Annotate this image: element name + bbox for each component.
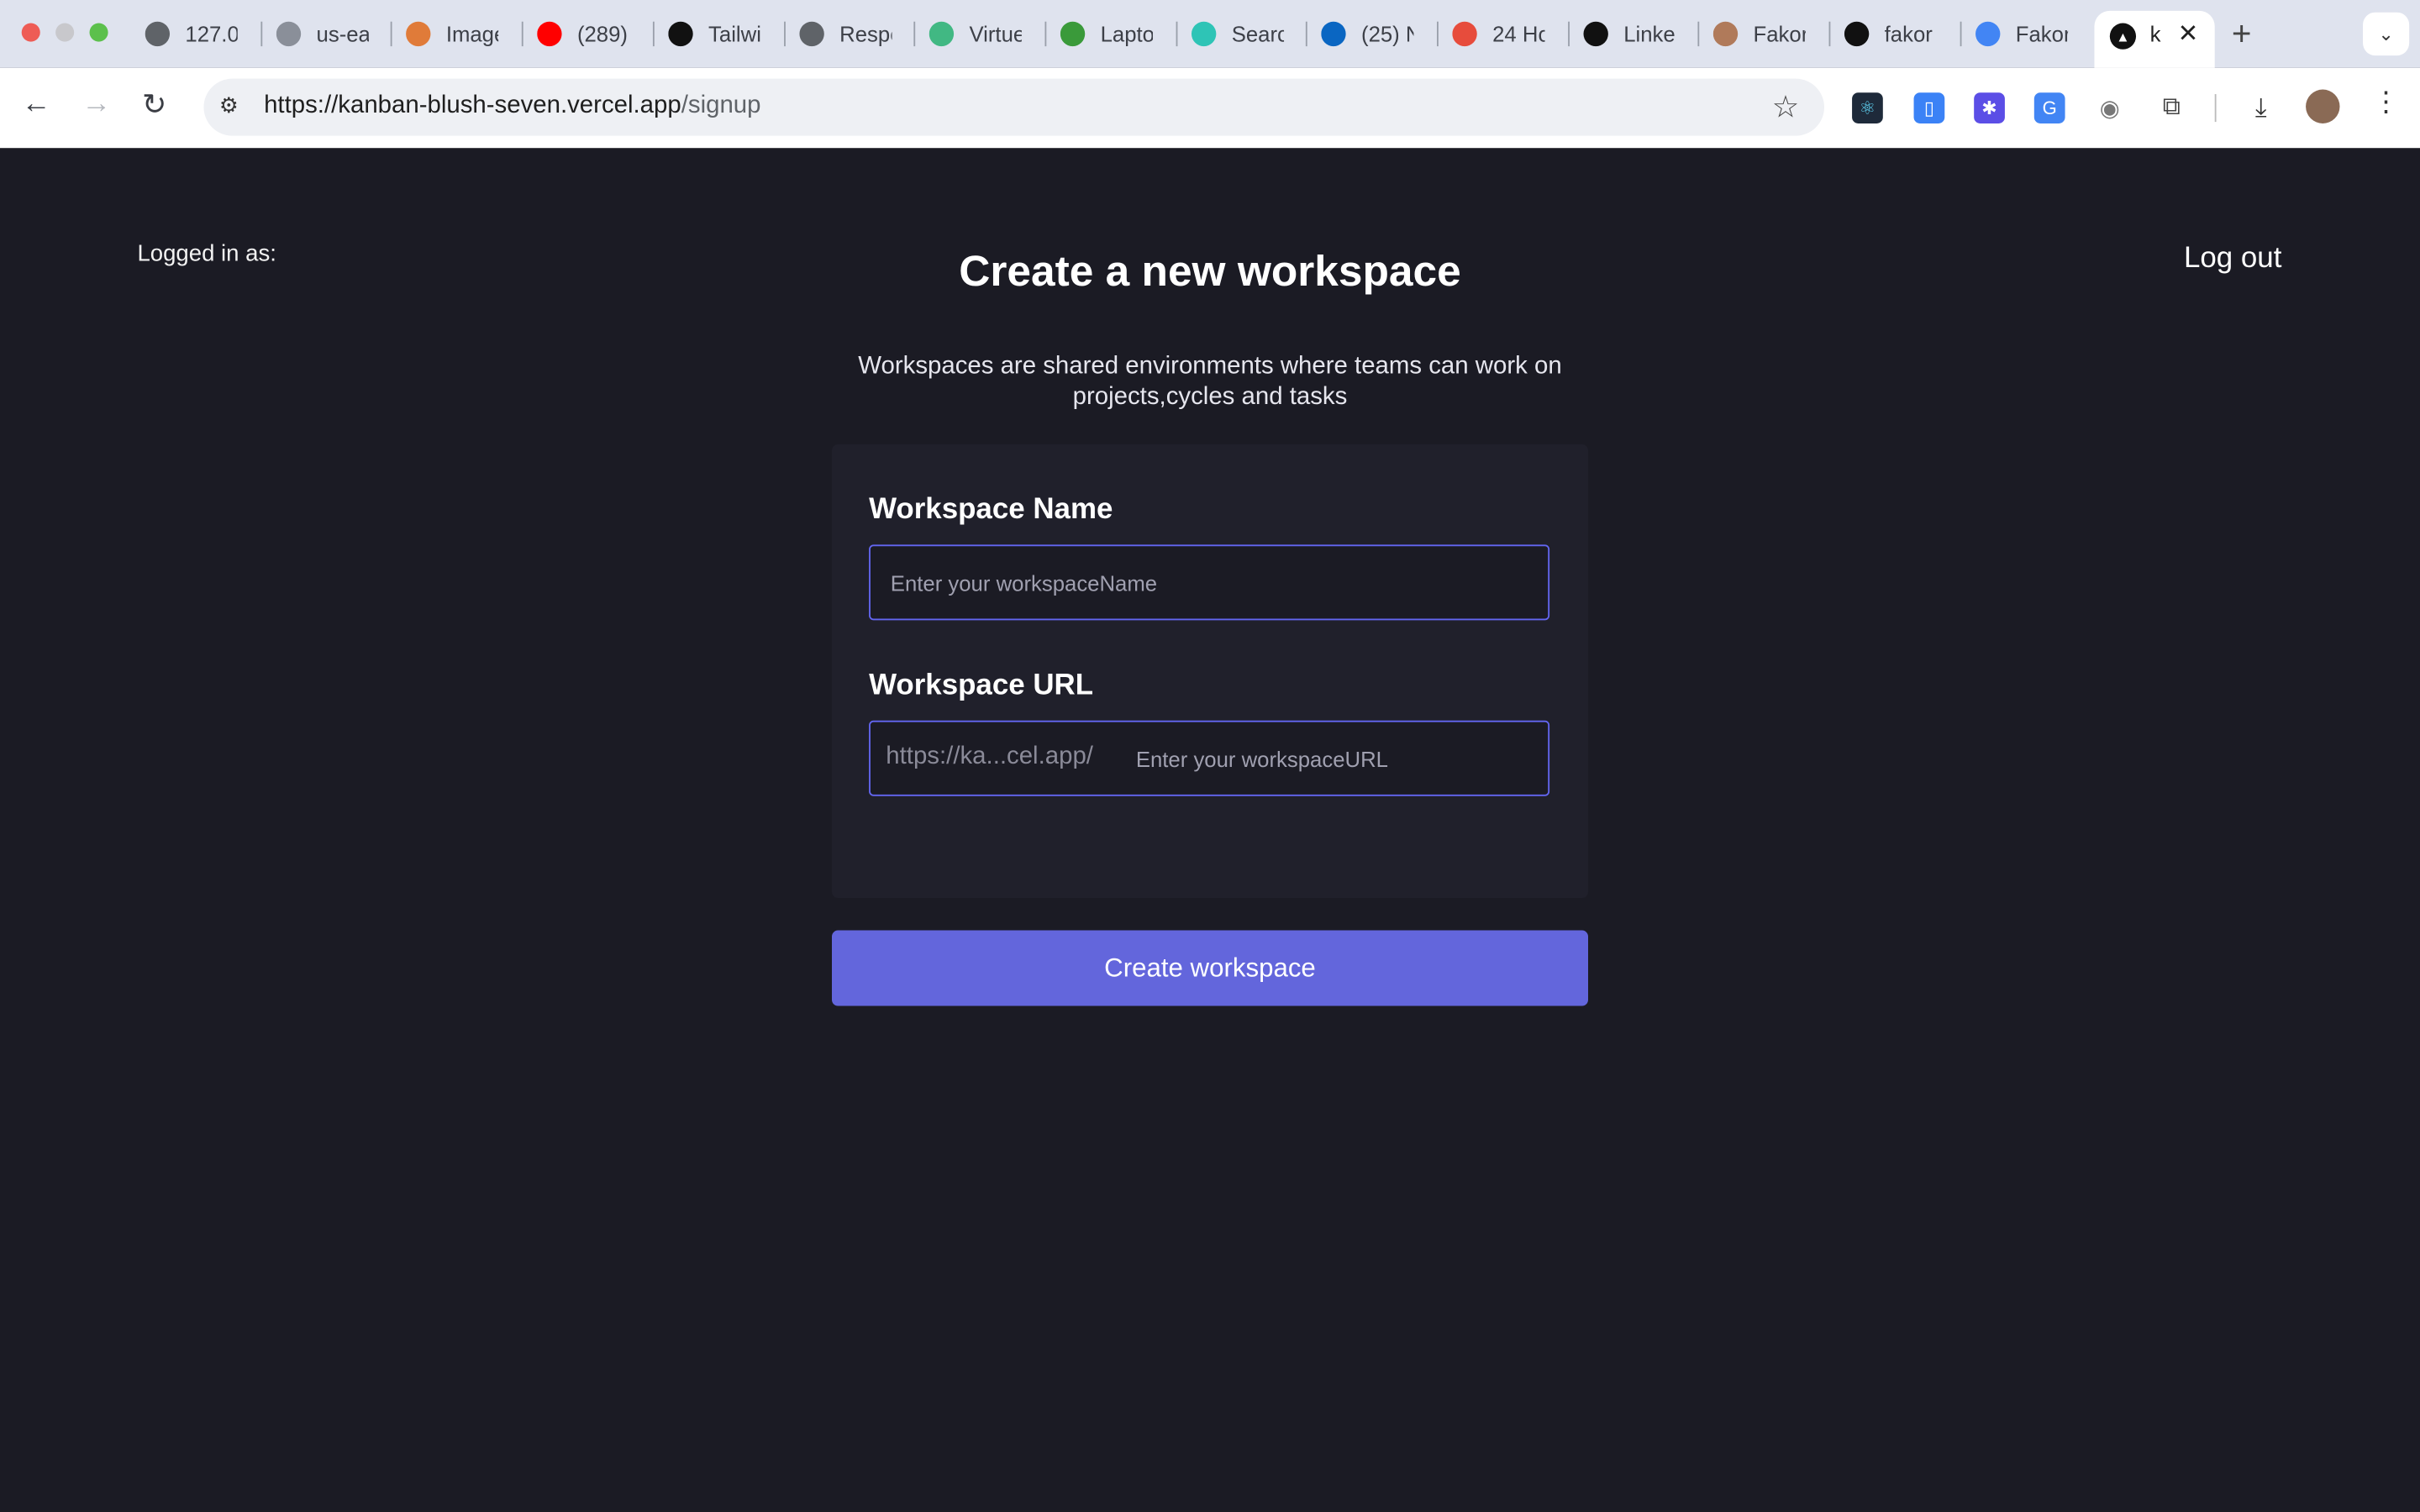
toolbar-divider: [2214, 94, 2217, 123]
aws-icon: [276, 21, 302, 47]
back-arrow-icon[interactable]: ←: [22, 88, 51, 122]
globe-icon: [145, 21, 171, 47]
create-workspace-button[interactable]: Create workspace: [832, 930, 1588, 1006]
tab-label: Fakor: [1753, 21, 1806, 47]
tab-separator: [1044, 21, 1047, 47]
tab-label: (25) N: [1361, 21, 1413, 47]
browser-menu-icon[interactable]: ⋮: [2372, 87, 2400, 119]
tab-separator: [784, 21, 786, 47]
tab-label: Fakor: [2015, 21, 2069, 47]
tab-label: fakor: [1884, 21, 1933, 47]
image-tool-icon: [406, 21, 431, 47]
reload-icon[interactable]: ↻: [142, 88, 166, 123]
workspace-name-input[interactable]: [887, 546, 1542, 621]
new-tab-button[interactable]: +: [2232, 14, 2252, 55]
browser-tab[interactable]: Image: [406, 13, 498, 55]
page-title: Create a new workspace: [959, 246, 1461, 295]
bookmark-star-icon[interactable]: ☆: [1772, 88, 1800, 127]
vercel-icon: ▲: [2109, 23, 2137, 50]
browser-tab[interactable]: 127.0: [145, 13, 238, 55]
minimize-window-button[interactable]: [55, 23, 75, 42]
browser-tab[interactable]: (25) N: [1321, 13, 1413, 55]
extensions-puzzle-icon[interactable]: ⧉: [2155, 92, 2187, 123]
workspace-url-prefix: https://ka...cel.app/: [886, 743, 1093, 770]
tab-separator: [652, 21, 655, 47]
tab-active[interactable]: ▲ k ✕: [2094, 10, 2215, 68]
tab-separator: [1437, 21, 1439, 47]
translate-icon[interactable]: G: [2033, 92, 2065, 123]
tab-label: 127.0: [185, 21, 238, 47]
page-subtitle: Workspaces are shared environments where…: [858, 353, 1562, 411]
docs-icon: [1975, 21, 2001, 47]
globe-icon: [799, 21, 824, 47]
device-toolbar-icon[interactable]: ▯: [1913, 92, 1945, 123]
github-icon: [1844, 21, 1870, 47]
tab-search-chevron-icon[interactable]: ⌄: [2363, 12, 2410, 56]
tab-label: (289): [576, 21, 628, 47]
profile-avatar[interactable]: [2306, 89, 2340, 123]
tab-label: Virtue: [969, 21, 1022, 47]
site-settings-icon[interactable]: ⚙: [219, 92, 239, 118]
tab-separator: [390, 21, 392, 47]
address-bar[interactable]: ⚙ https://kanban-blush-seven.vercel.app/…: [203, 78, 1825, 136]
tab-separator: [260, 21, 263, 47]
tab-label: Searc: [1231, 21, 1285, 47]
browser-tab[interactable]: Respo: [799, 13, 892, 55]
browser-toolbar: ← → ↻ ⚙ https://kanban-blush-seven.verce…: [0, 67, 2420, 149]
forward-arrow-icon[interactable]: →: [82, 88, 111, 122]
openai-icon: [668, 21, 693, 47]
location-pin-icon: [1452, 21, 1477, 47]
tab-separator: [1960, 21, 1962, 47]
page: Logged in as: Log out Create a new works…: [0, 148, 2420, 1512]
openai-icon: [1583, 21, 1608, 47]
tab-separator: [521, 21, 523, 47]
browser-tab-bar: 127.0 us-ea Image (289) Tailwi Respo Virtue Lap…: [0, 0, 2420, 68]
browser-tab[interactable]: Searc: [1191, 13, 1285, 55]
tab-separator: [1568, 21, 1570, 47]
maximize-window-button[interactable]: [89, 23, 108, 42]
tab-separator: [1697, 21, 1700, 47]
px-icon: [1060, 21, 1086, 47]
tab-separator: [1828, 21, 1831, 47]
youtube-icon: [537, 21, 562, 47]
browser-tab[interactable]: 24 Ho: [1452, 13, 1545, 55]
profile-icon: [1712, 21, 1739, 47]
workspace-url-field[interactable]: https://ka...cel.app/: [869, 720, 1550, 796]
close-tab-icon[interactable]: ✕: [2178, 18, 2199, 50]
tab-label: Image: [445, 21, 498, 47]
workspace-form-card: Workspace Name Workspace URL https://ka.…: [832, 444, 1588, 898]
close-window-button[interactable]: [21, 23, 40, 42]
browser-tab[interactable]: Tailwi: [668, 13, 761, 55]
browser-tab[interactable]: Fakor: [1975, 13, 2068, 55]
browser-tab[interactable]: Lapto: [1060, 13, 1153, 55]
browser-tab[interactable]: Virtue: [929, 13, 1022, 55]
tab-separator: [913, 21, 916, 47]
workspace-url-label: Workspace URL: [869, 669, 1094, 702]
ai-extension-icon[interactable]: ✱: [1974, 92, 2005, 123]
download-icon[interactable]: ⤓: [2245, 92, 2277, 123]
workspace-name-label: Workspace Name: [869, 493, 1113, 527]
tab-label: 24 Ho: [1492, 21, 1545, 47]
tab-separator: [1305, 21, 1307, 47]
react-devtools-icon[interactable]: ⚛: [1852, 92, 1883, 123]
workspace-name-field[interactable]: [869, 544, 1550, 621]
browser-tab[interactable]: (289): [537, 13, 629, 55]
camera-icon[interactable]: ◉: [2094, 92, 2126, 123]
tab-label: Respo: [839, 21, 892, 47]
workspace-url-input[interactable]: [1133, 722, 1544, 796]
tab-separator: [1176, 21, 1178, 47]
tab-label: Tailwi: [708, 21, 761, 47]
linkedin-icon: [1321, 21, 1346, 47]
tab-label: us-ea: [316, 21, 369, 47]
tab-label: Linke: [1623, 21, 1676, 47]
url-text[interactable]: https://kanban-blush-seven.vercel.app/si…: [264, 92, 760, 120]
vue-icon: [929, 21, 955, 47]
browser-tab[interactable]: Linke: [1583, 13, 1676, 55]
tab-label: Lapto: [1100, 21, 1154, 47]
search-brand-icon: [1191, 21, 1217, 47]
tab-label: k: [2149, 21, 2161, 47]
browser-tab[interactable]: Fakor: [1712, 13, 1806, 55]
browser-tab[interactable]: fakor: [1844, 13, 1937, 55]
browser-tab[interactable]: us-ea: [276, 13, 369, 55]
